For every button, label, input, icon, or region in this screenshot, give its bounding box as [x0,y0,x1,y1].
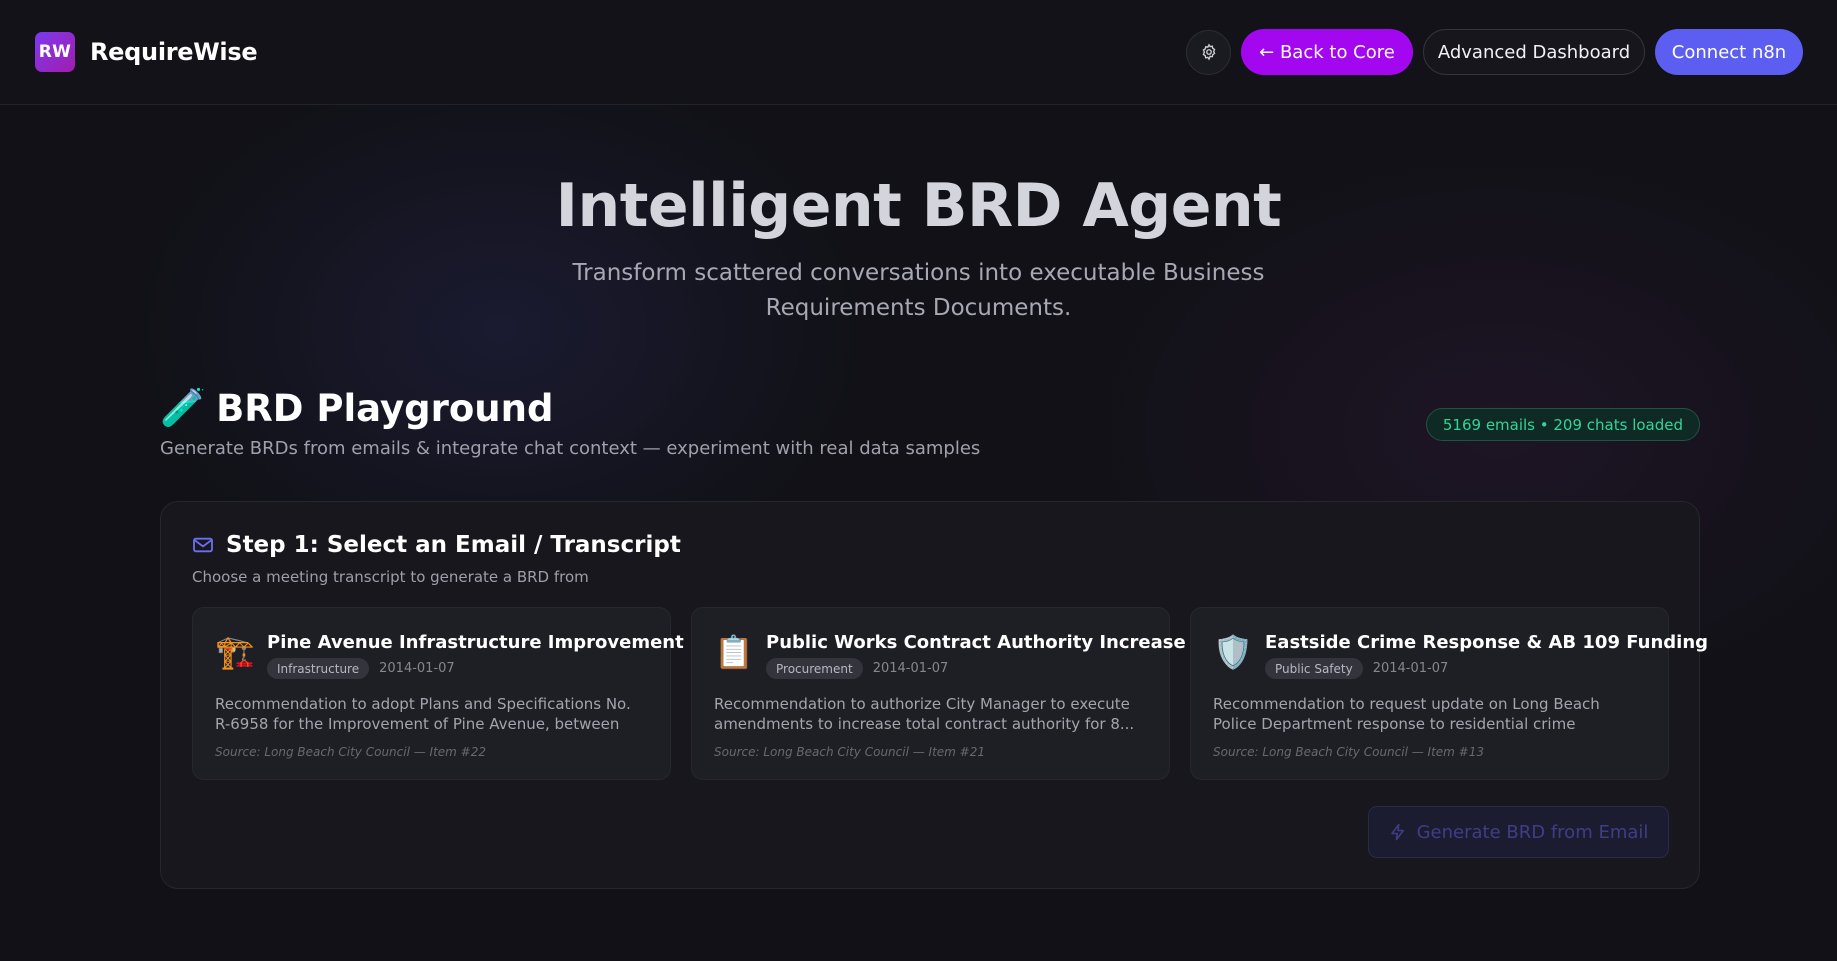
card-title: Eastside Crime Response & AB 109 Funding [1265,632,1709,653]
data-loaded-badge: 5169 emails • 209 chats loaded [1425,408,1700,441]
gear-icon [1202,43,1215,61]
lightning-icon [1390,823,1404,841]
shield-icon: 🛡️ [1213,633,1253,671]
playground-title: BRD Playground [216,386,554,430]
clipboard-icon: 📋 [714,633,754,671]
card-description: Recommendation to request update on Long… [1213,695,1600,733]
settings-button[interactable] [1186,29,1231,75]
card-date: 2014-01-07 [379,661,455,676]
crane-icon: 🏗️ [215,633,255,671]
hero-section: Intelligent BRD Agent Transform scattere… [0,170,1837,326]
page-title: Intelligent BRD Agent [555,171,1282,241]
brand-name: RequireWise [90,38,258,66]
playground-header: 🧪 BRD Playground Generate BRDs from emai… [160,386,1700,459]
generate-brd-button[interactable]: Generate BRD from Email [1368,806,1669,858]
generate-brd-label: Generate BRD from Email [1416,821,1649,843]
transcript-card-eastside-crime[interactable]: 🛡️ Eastside Crime Response & AB 109 Fund… [1190,607,1708,780]
step1-header: Step 1: Select an Email / Transcript [192,532,1669,558]
transcript-card-pine-avenue[interactable]: 🏗️ Pine Avenue Infrastructure Improvemen… [192,607,684,780]
back-to-core-button[interactable]: ← Back to Core [1241,29,1413,75]
playground-subtitle: Generate BRDs from emails & integrate ch… [160,438,981,459]
card-date: 2014-01-07 [872,661,949,676]
mail-icon [193,537,213,553]
test-tube-icon: 🧪 [160,386,207,429]
transcript-card-public-works[interactable]: 📋 Public Works Contract Authority Increa… [691,607,1186,780]
connect-n8n-button[interactable]: Connect n8n [1655,29,1803,75]
card-source: Source: Long Beach City Council — Item #… [1213,745,1485,759]
step1-title: Step 1: Select an Email / Transcript [226,532,681,558]
card-title: Public Works Contract Authority Increase [766,632,1186,653]
category-tag: Infrastructure [267,658,370,679]
brand[interactable]: RW RequireWise [35,32,258,72]
advanced-dashboard-button[interactable]: Advanced Dashboard [1423,29,1645,75]
card-date: 2014-01-07 [1372,661,1449,676]
card-title: Pine Avenue Infrastructure Improvement [267,632,684,653]
transcript-card-list: 🏗️ Pine Avenue Infrastructure Improvemen… [192,607,1708,780]
step1-panel: Step 1: Select an Email / Transcript Cho… [160,501,1708,889]
card-description: Recommendation to adopt Plans and Specif… [215,695,631,733]
card-source: Source: Long Beach City Council — Item #… [215,745,487,759]
brand-logo: RW [35,32,75,72]
top-navbar: RW RequireWise ← Back to Core Advanced D… [0,0,1837,105]
category-tag: Public Safety [1265,658,1363,679]
page-subtitle: Transform scattered conversations into e… [572,260,1265,321]
category-tag: Procurement [766,658,863,679]
header-actions: ← Back to Core Advanced Dashboard Connec… [1186,29,1803,75]
step1-subtitle: Choose a meeting transcript to generate … [192,568,589,586]
card-source: Source: Long Beach City Council — Item #… [714,745,986,759]
card-description: Recommendation to authorize City Manager… [714,695,1135,733]
